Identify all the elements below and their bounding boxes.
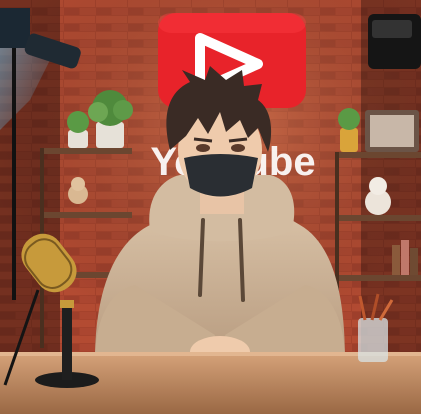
picture-frame (365, 110, 419, 152)
plant-icon (67, 111, 89, 148)
scene: YouTube (0, 0, 421, 414)
illustration: YouTube (0, 0, 421, 414)
face-mask (184, 154, 258, 197)
lamp-icon (368, 14, 421, 69)
plant-icon (338, 108, 360, 152)
